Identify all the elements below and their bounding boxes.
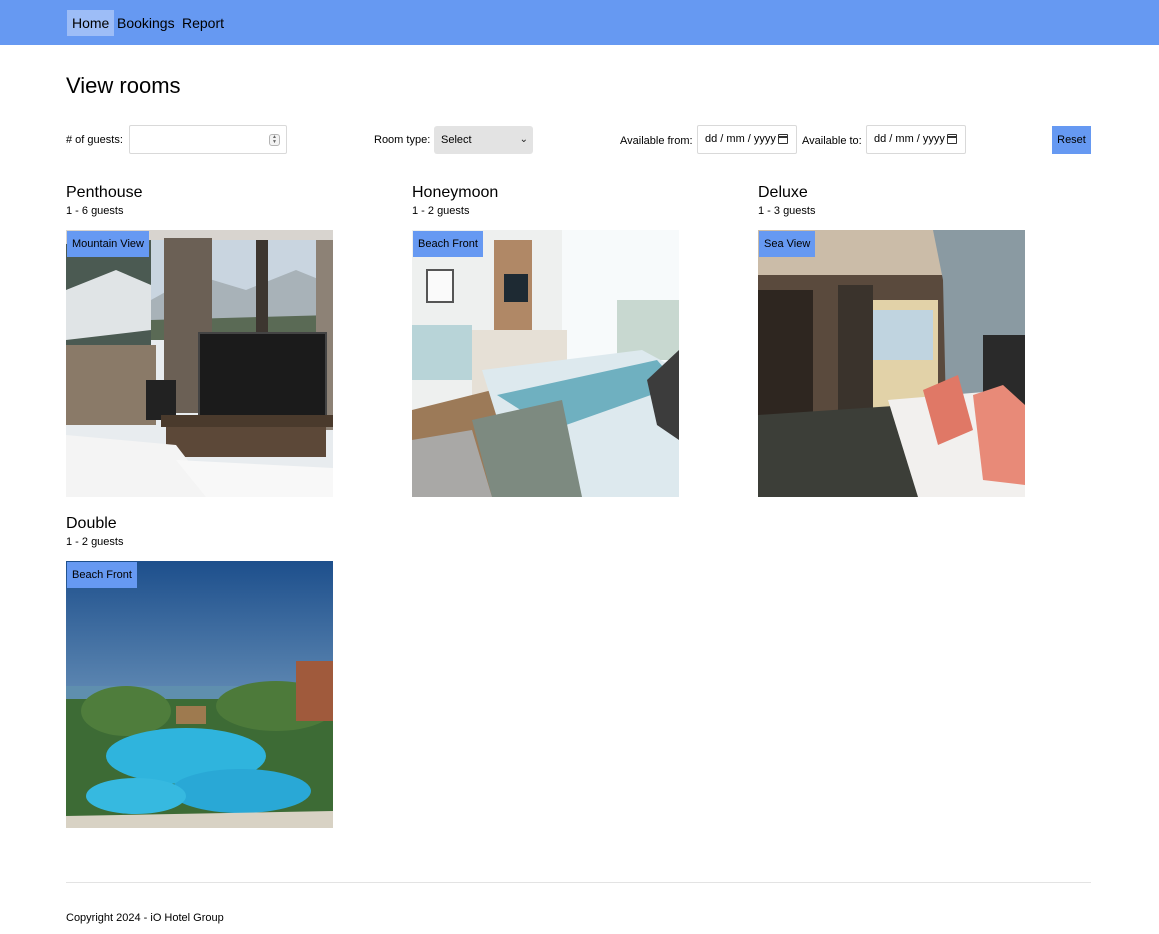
available-to-input[interactable]: dd / mm / yyyy	[866, 125, 966, 154]
room-badge: Beach Front	[67, 562, 137, 588]
room-name[interactable]: Honeymoon	[412, 183, 712, 203]
available-to-placeholder: dd / mm / yyyy	[874, 133, 945, 145]
guests-stepper[interactable]: ▲ ▼	[269, 134, 280, 146]
top-navbar: Home Bookings Report	[0, 0, 1159, 45]
footer-divider	[66, 882, 1091, 883]
room-name[interactable]: Double	[66, 514, 366, 534]
reset-button[interactable]: Reset	[1052, 126, 1091, 154]
available-from-input[interactable]: dd / mm / yyyy	[697, 125, 797, 154]
room-type-label: Room type:	[374, 134, 431, 146]
room-image-mountain-room[interactable]: Mountain View	[66, 230, 333, 497]
room-image-beach-resort[interactable]: Beach Front	[66, 561, 333, 828]
calendar-icon[interactable]	[947, 134, 957, 144]
available-to-label: Available to:	[802, 135, 862, 147]
room-card-penthouse[interactable]: Penthouse 1 - 6 guests Mountain View	[66, 183, 366, 497]
nav-report[interactable]: Report	[177, 10, 229, 36]
room-type-select[interactable]: Select ⌄	[434, 126, 533, 154]
chevron-down-icon: ⌄	[519, 134, 528, 145]
room-badge: Mountain View	[67, 231, 149, 257]
available-from-placeholder: dd / mm / yyyy	[705, 133, 776, 145]
copyright-text: Copyright 2024 - iO Hotel Group	[66, 912, 224, 924]
room-guests: 1 - 2 guests	[412, 205, 470, 217]
room-guests: 1 - 3 guests	[758, 205, 816, 217]
available-from-label: Available from:	[620, 135, 693, 147]
page-title: View rooms	[66, 73, 181, 98]
room-card-double[interactable]: Double 1 - 2 guests Beach Front	[66, 514, 366, 828]
calendar-icon[interactable]	[778, 134, 788, 144]
room-card-honeymoon[interactable]: Honeymoon 1 - 2 guests Beach Front	[412, 183, 712, 497]
room-name[interactable]: Penthouse	[66, 183, 366, 203]
room-badge: Sea View	[759, 231, 816, 257]
room-name[interactable]: Deluxe	[758, 183, 1058, 203]
guests-label: # of guests:	[66, 134, 123, 146]
room-card-deluxe[interactable]: Deluxe 1 - 3 guests Sea View	[758, 183, 1058, 497]
guests-input[interactable]: ▲ ▼	[129, 125, 287, 154]
nav-bookings[interactable]: Bookings	[112, 10, 180, 36]
room-image-deluxe-room[interactable]: Sea View	[758, 230, 1025, 497]
nav-home[interactable]: Home	[67, 10, 115, 36]
room-image-honeymoon-room[interactable]: Beach Front	[412, 230, 679, 497]
room-guests: 1 - 6 guests	[66, 205, 124, 217]
room-badge: Beach Front	[413, 231, 483, 257]
room-type-selected: Select	[441, 134, 472, 146]
room-guests: 1 - 2 guests	[66, 536, 124, 548]
